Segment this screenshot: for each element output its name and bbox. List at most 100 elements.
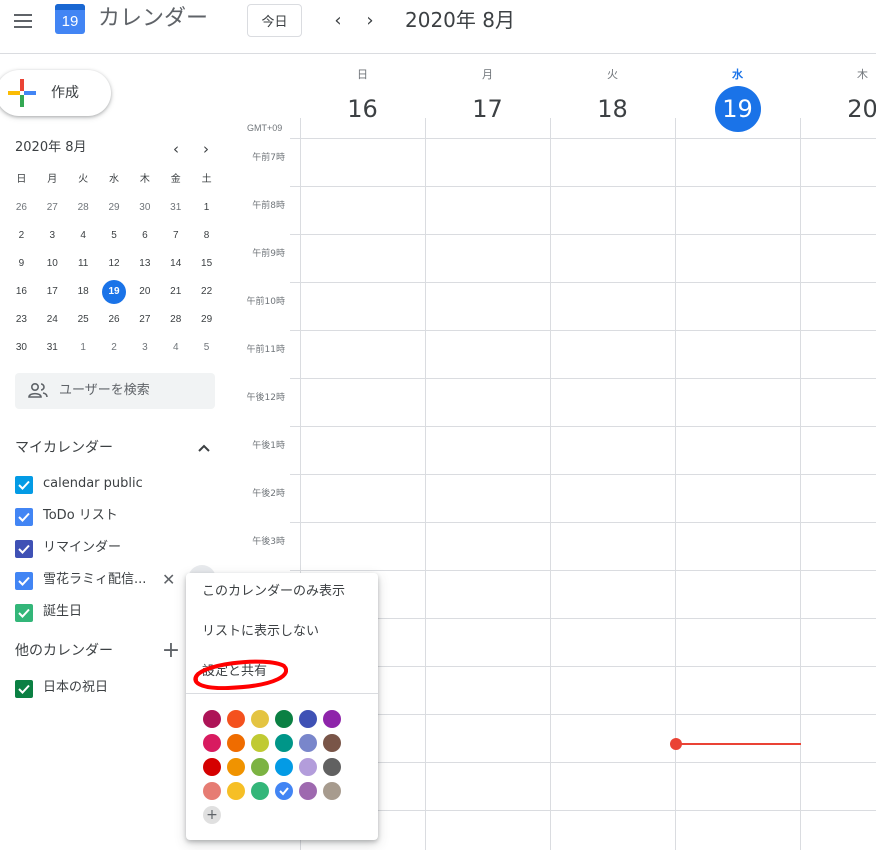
- mini-day[interactable]: 15: [191, 252, 222, 276]
- mini-day-today[interactable]: 19: [99, 280, 130, 304]
- calendar-checkbox[interactable]: [15, 540, 33, 558]
- mini-day[interactable]: 7: [160, 224, 191, 248]
- color-swatch[interactable]: [251, 758, 269, 776]
- day-column-header-today[interactable]: 水 19: [675, 66, 800, 132]
- mini-day[interactable]: 9: [6, 252, 37, 276]
- mini-day[interactable]: 24: [37, 308, 68, 332]
- mini-day[interactable]: 29: [191, 308, 222, 332]
- mini-day[interactable]: 5: [191, 336, 222, 360]
- color-swatch[interactable]: [299, 758, 317, 776]
- color-swatch[interactable]: [275, 734, 293, 752]
- mini-day[interactable]: 28: [68, 196, 99, 220]
- mini-day[interactable]: 1: [68, 336, 99, 360]
- mini-day[interactable]: 25: [68, 308, 99, 332]
- mini-day[interactable]: 1: [191, 196, 222, 220]
- chevron-up-icon[interactable]: [196, 440, 212, 456]
- create-button[interactable]: 作成: [0, 70, 111, 116]
- menu-item-hide-from-list[interactable]: リストに表示しない: [202, 622, 319, 642]
- color-swatch[interactable]: [275, 782, 293, 800]
- color-swatch[interactable]: [323, 734, 341, 752]
- day-number[interactable]: 19: [714, 86, 761, 132]
- mini-day[interactable]: 20: [129, 280, 160, 304]
- remove-calendar-button[interactable]: ✕: [162, 570, 175, 590]
- day-number[interactable]: 18: [590, 86, 636, 132]
- app-title[interactable]: カレンダー: [98, 4, 208, 34]
- day-column-header[interactable]: 火 18: [550, 66, 675, 132]
- mini-day[interactable]: 4: [68, 224, 99, 248]
- today-button[interactable]: 今日: [247, 4, 302, 37]
- mini-day[interactable]: 6: [129, 224, 160, 248]
- day-column-header[interactable]: 月 17: [425, 66, 550, 132]
- mini-day[interactable]: 5: [99, 224, 130, 248]
- mini-day[interactable]: 2: [6, 224, 37, 248]
- mini-day[interactable]: 26: [99, 308, 130, 332]
- calendar-logo-icon[interactable]: 19: [55, 4, 85, 34]
- color-swatch[interactable]: [323, 758, 341, 776]
- calendar-checkbox[interactable]: [15, 508, 33, 526]
- color-swatch[interactable]: [323, 782, 341, 800]
- color-swatch[interactable]: [323, 710, 341, 728]
- mini-day[interactable]: 30: [6, 336, 37, 360]
- color-swatch[interactable]: [299, 782, 317, 800]
- mini-day[interactable]: 27: [37, 196, 68, 220]
- mini-day[interactable]: 30: [129, 196, 160, 220]
- mini-day[interactable]: 21: [160, 280, 191, 304]
- calendar-list-item[interactable]: ToDo リスト: [15, 504, 215, 528]
- mini-day[interactable]: 3: [37, 224, 68, 248]
- main-menu-icon[interactable]: [10, 8, 36, 34]
- day-number[interactable]: 17: [465, 86, 511, 132]
- mini-day[interactable]: 31: [160, 196, 191, 220]
- mini-day[interactable]: 13: [129, 252, 160, 276]
- mini-day[interactable]: 8: [191, 224, 222, 248]
- mini-day[interactable]: 29: [99, 196, 130, 220]
- color-swatch[interactable]: [251, 734, 269, 752]
- color-swatch[interactable]: [299, 734, 317, 752]
- my-calendars-toggle[interactable]: マイカレンダー: [15, 438, 113, 458]
- add-custom-color-button[interactable]: +: [203, 806, 221, 824]
- calendar-checkbox[interactable]: [15, 680, 33, 698]
- mini-day[interactable]: 12: [99, 252, 130, 276]
- mini-day[interactable]: 17: [37, 280, 68, 304]
- mini-day[interactable]: 18: [68, 280, 99, 304]
- calendar-list-item[interactable]: 日本の祝日: [15, 676, 215, 700]
- color-swatch[interactable]: [275, 710, 293, 728]
- color-swatch[interactable]: [227, 782, 245, 800]
- color-swatch[interactable]: [251, 710, 269, 728]
- day-column-header[interactable]: 木 20: [800, 66, 876, 132]
- mini-day[interactable]: 28: [160, 308, 191, 332]
- people-search-input[interactable]: ユーザーを検索: [15, 373, 215, 409]
- mini-day[interactable]: 16: [6, 280, 37, 304]
- color-swatch[interactable]: [203, 758, 221, 776]
- calendar-list-item[interactable]: 誕生日: [15, 600, 215, 624]
- calendar-checkbox[interactable]: [15, 604, 33, 622]
- day-number[interactable]: 20: [840, 86, 876, 132]
- calendar-list-item[interactable]: 雪花ラミィ配信... ✕: [15, 568, 215, 592]
- color-swatch[interactable]: [299, 710, 317, 728]
- color-swatch[interactable]: [275, 758, 293, 776]
- mini-day[interactable]: 2: [99, 336, 130, 360]
- next-week-button[interactable]: ›: [358, 9, 382, 33]
- color-swatch[interactable]: [203, 710, 221, 728]
- mini-day[interactable]: 11: [68, 252, 99, 276]
- mini-day[interactable]: 3: [129, 336, 160, 360]
- mini-day[interactable]: 4: [160, 336, 191, 360]
- mini-day[interactable]: 26: [6, 196, 37, 220]
- mini-day[interactable]: 31: [37, 336, 68, 360]
- prev-week-button[interactable]: ‹: [326, 9, 350, 33]
- mini-prev-month-button[interactable]: ‹: [167, 139, 185, 159]
- menu-item-display-only[interactable]: このカレンダーのみ表示: [202, 582, 345, 602]
- color-swatch[interactable]: [227, 734, 245, 752]
- calendar-checkbox[interactable]: [15, 476, 33, 494]
- color-swatch[interactable]: [203, 782, 221, 800]
- color-swatch[interactable]: [251, 782, 269, 800]
- color-swatch[interactable]: [227, 710, 245, 728]
- mini-day[interactable]: 10: [37, 252, 68, 276]
- color-swatch[interactable]: [227, 758, 245, 776]
- mini-day[interactable]: 27: [129, 308, 160, 332]
- mini-next-month-button[interactable]: ›: [197, 139, 215, 159]
- calendar-list-item[interactable]: リマインダー: [15, 536, 215, 560]
- mini-day[interactable]: 22: [191, 280, 222, 304]
- mini-day[interactable]: 23: [6, 308, 37, 332]
- calendar-checkbox[interactable]: [15, 572, 33, 590]
- color-swatch[interactable]: [203, 734, 221, 752]
